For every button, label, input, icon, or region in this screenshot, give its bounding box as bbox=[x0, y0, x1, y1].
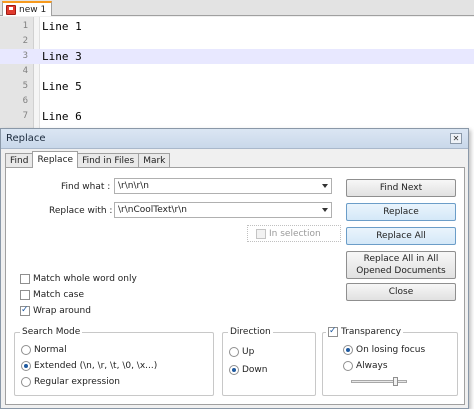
wrap-around-label: Wrap around bbox=[33, 306, 91, 316]
line-number: 4 bbox=[22, 66, 28, 76]
search-mode-regex-label: Regular expression bbox=[34, 377, 120, 387]
search-mode-title: Search Mode bbox=[20, 327, 83, 337]
match-case-checkbox[interactable]: Match case bbox=[20, 290, 84, 300]
checkbox-box[interactable] bbox=[20, 274, 30, 284]
tab-find-in-files[interactable]: Find in Files bbox=[77, 153, 140, 168]
transparency-on-losing-focus-label: On losing focus bbox=[356, 345, 426, 355]
radio-dot[interactable] bbox=[229, 365, 239, 375]
replace-all-opened-button[interactable]: Replace All in All Opened Documents bbox=[346, 251, 456, 279]
chevron-down-icon[interactable] bbox=[322, 208, 328, 212]
radio-dot[interactable] bbox=[21, 377, 31, 387]
save-icon bbox=[6, 4, 16, 15]
editor-line: 2 bbox=[0, 34, 474, 49]
search-mode-normal-label: Normal bbox=[34, 345, 67, 355]
transparency-on-losing-focus-radio[interactable]: On losing focus bbox=[343, 345, 425, 355]
direction-down-radio[interactable]: Down bbox=[229, 365, 268, 375]
editor-line: 4 bbox=[0, 64, 474, 79]
editor-line: 7 Line 6 bbox=[0, 109, 474, 124]
direction-title: Direction bbox=[228, 327, 273, 337]
match-whole-word-checkbox[interactable]: Match whole word only bbox=[20, 274, 137, 284]
checkbox-box[interactable] bbox=[20, 290, 30, 300]
search-mode-extended-label: Extended (\n, \r, \t, \0, \x...) bbox=[34, 361, 158, 371]
replace-panel: Find what : \r\n\r\n Replace with : \r\n… bbox=[5, 167, 465, 405]
line-number: 6 bbox=[22, 96, 28, 106]
transparency-group: Transparency On losing focus Always bbox=[322, 326, 458, 396]
direction-group: Direction Up Down bbox=[222, 327, 316, 396]
dialog-tabs: Find Replace Find in Files Mark bbox=[5, 151, 171, 168]
editor-line: 5 Line 5 bbox=[0, 79, 474, 94]
tab-bar: new 1 bbox=[0, 0, 474, 16]
match-whole-word-label: Match whole word only bbox=[33, 274, 137, 284]
checkbox-box[interactable] bbox=[20, 305, 30, 316]
checkbox-box bbox=[256, 229, 266, 239]
document-tab-label: new 1 bbox=[19, 4, 47, 15]
search-mode-group: Search Mode Normal Extended (\n, \r, \t,… bbox=[14, 327, 214, 396]
transparency-always-radio[interactable]: Always bbox=[343, 361, 388, 371]
replace-with-combo[interactable]: \r\nCoolText\r\n bbox=[114, 202, 332, 218]
line-number: 5 bbox=[22, 81, 28, 91]
search-mode-extended-radio[interactable]: Extended (\n, \r, \t, \0, \x...) bbox=[21, 361, 157, 371]
radio-dot[interactable] bbox=[343, 345, 353, 355]
radio-dot[interactable] bbox=[343, 361, 353, 371]
checkbox-box[interactable] bbox=[328, 326, 338, 337]
line-number: 2 bbox=[22, 36, 28, 46]
line-text: Line 1 bbox=[42, 20, 82, 33]
editor-line: 6 bbox=[0, 94, 474, 109]
chevron-down-icon[interactable] bbox=[322, 184, 328, 188]
line-number: 1 bbox=[22, 21, 28, 31]
line-number: 7 bbox=[22, 111, 28, 121]
match-case-label: Match case bbox=[33, 290, 85, 300]
dialog-titlebar[interactable]: Replace ✕ bbox=[1, 129, 468, 149]
replace-dialog: Replace ✕ Find Replace Find in Files Mar… bbox=[0, 128, 469, 409]
editor-line-current: 3 Line 3 bbox=[0, 49, 474, 64]
direction-up-label: Up bbox=[242, 347, 255, 357]
wrap-around-checkbox[interactable]: Wrap around bbox=[20, 305, 91, 316]
replace-with-label: Replace with : bbox=[49, 206, 113, 216]
replace-with-value: \r\nCoolText\r\n bbox=[118, 205, 187, 215]
find-what-value: \r\n\r\n bbox=[118, 181, 149, 191]
dialog-title: Replace bbox=[6, 133, 46, 144]
line-text: Line 5 bbox=[42, 80, 82, 93]
find-what-combo[interactable]: \r\n\r\n bbox=[114, 178, 332, 194]
transparency-slider[interactable] bbox=[351, 380, 407, 383]
line-text: Line 3 bbox=[42, 50, 82, 63]
editor-line: 1 Line 1 bbox=[0, 19, 474, 34]
transparency-slider-thumb[interactable] bbox=[392, 377, 398, 386]
tab-find[interactable]: Find bbox=[5, 153, 34, 168]
line-text: Line 6 bbox=[42, 110, 82, 123]
close-button[interactable]: Close bbox=[346, 283, 456, 301]
replace-all-button[interactable]: Replace All bbox=[346, 227, 456, 245]
radio-dot[interactable] bbox=[21, 361, 31, 371]
find-next-button[interactable]: Find Next bbox=[346, 179, 456, 197]
direction-down-label: Down bbox=[242, 365, 268, 375]
transparency-always-label: Always bbox=[356, 361, 388, 371]
search-mode-normal-radio[interactable]: Normal bbox=[21, 345, 67, 355]
tab-replace[interactable]: Replace bbox=[32, 151, 79, 168]
in-selection-label: In selection bbox=[269, 229, 321, 239]
replace-button[interactable]: Replace bbox=[346, 203, 456, 221]
in-selection-checkbox: In selection bbox=[256, 229, 321, 239]
line-number: 3 bbox=[22, 51, 28, 61]
radio-dot[interactable] bbox=[21, 345, 31, 355]
tab-mark[interactable]: Mark bbox=[138, 153, 171, 168]
document-tab[interactable]: new 1 bbox=[2, 1, 53, 16]
close-icon[interactable]: ✕ bbox=[450, 133, 462, 144]
find-what-label: Find what : bbox=[61, 182, 111, 192]
transparency-checkbox[interactable]: Transparency bbox=[326, 326, 404, 337]
radio-dot[interactable] bbox=[229, 347, 239, 357]
direction-up-radio[interactable]: Up bbox=[229, 347, 254, 357]
transparency-title: Transparency bbox=[341, 327, 402, 337]
search-mode-regex-radio[interactable]: Regular expression bbox=[21, 377, 120, 387]
